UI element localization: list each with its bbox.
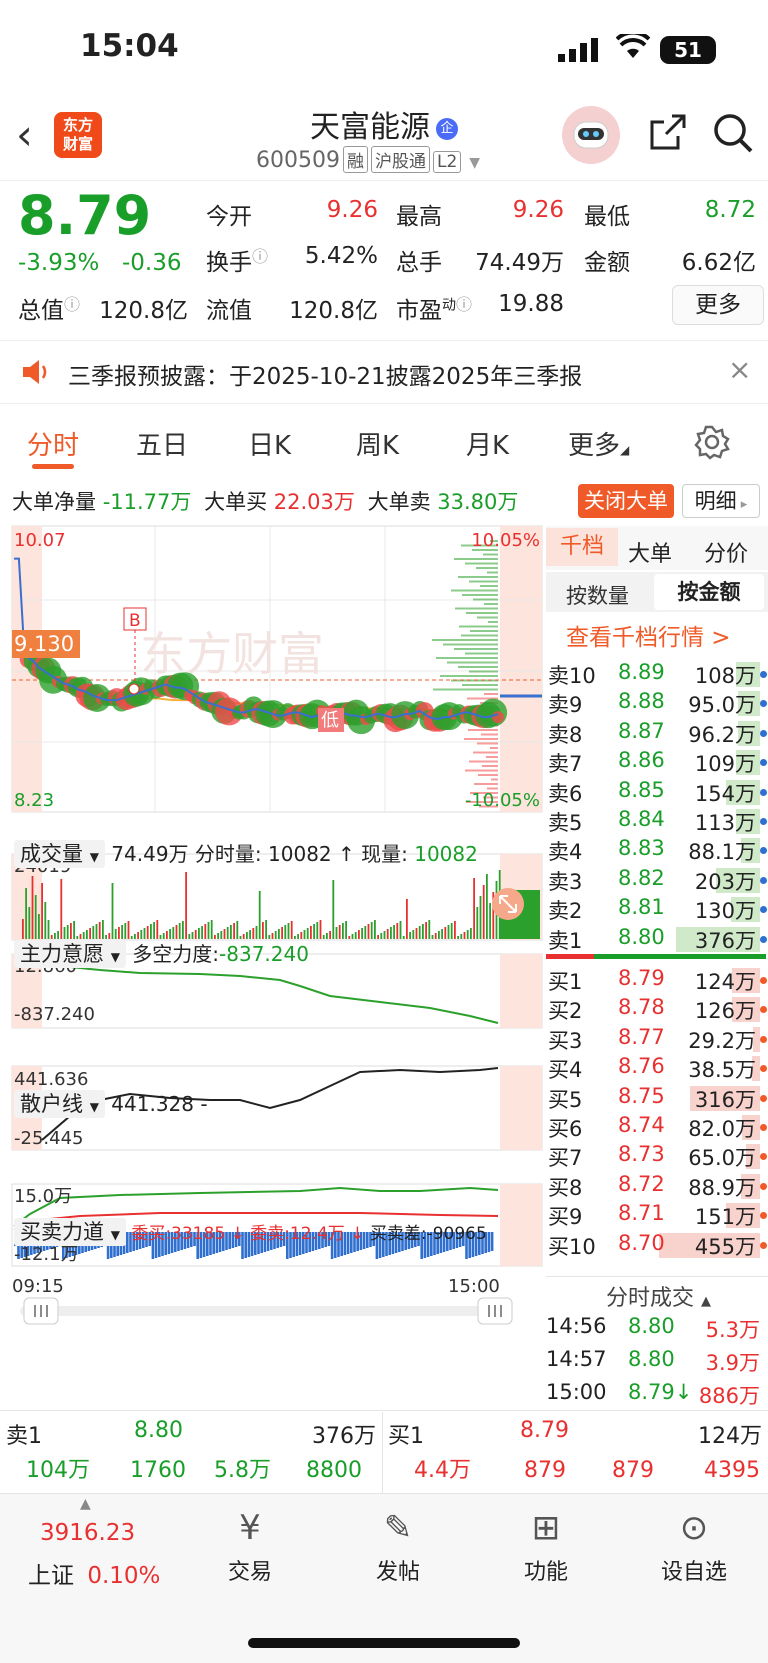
dot-icon <box>760 977 767 984</box>
dot-icon <box>760 1241 767 1249</box>
level-price: 8.75 <box>618 1083 665 1108</box>
level-price: 8.78 <box>618 995 665 1020</box>
nav-functions[interactable]: ⊞ 功能 <box>496 1508 596 1586</box>
level-price: 8.71 <box>618 1201 665 1226</box>
level-price: 8.70 <box>618 1230 665 1255</box>
trade-time: 15:00 <box>546 1380 607 1404</box>
bid-row[interactable]: 买3 8.77 29.2万 <box>546 1025 768 1054</box>
bid-row[interactable]: 买2 8.78 126万 <box>546 995 768 1024</box>
trade-price: 8.79↓ <box>628 1380 693 1404</box>
level-volume: 65.0万 <box>688 1146 756 1171</box>
level-label: 买4 <box>548 1058 583 1083</box>
level-label: 买2 <box>548 999 583 1024</box>
bid-row[interactable]: 买10 8.70 455万 <box>546 1231 768 1260</box>
level-volume: 124万 <box>694 970 756 994</box>
level-label: 买1 <box>548 970 583 994</box>
level-volume: 126万 <box>694 999 756 1024</box>
level-label: 买6 <box>548 1117 583 1141</box>
bid-row[interactable]: 买4 8.76 38.5万 <box>546 1054 768 1083</box>
bid-row[interactable]: 买5 8.75 316万 <box>546 1084 768 1113</box>
range-scrollbar[interactable] <box>20 1306 510 1316</box>
level-volume: 88.9万 <box>688 1175 756 1200</box>
level-label: 买5 <box>548 1087 583 1112</box>
bid-row[interactable]: 买6 8.74 82.0万 <box>546 1113 768 1142</box>
divider <box>0 1410 768 1411</box>
level-label: 买10 <box>548 1234 596 1259</box>
bottom-buy1-price: 8.79 <box>520 1418 569 1443</box>
edit-icon: ✎ <box>383 1508 413 1548</box>
dot-icon <box>760 1182 767 1190</box>
index-row[interactable]: 上证 0.10% <box>28 1556 160 1590</box>
trade-time: 14:56 <box>546 1314 607 1338</box>
bottom-buy1-vol: 124万 <box>698 1424 762 1449</box>
level-volume: 455万 <box>694 1234 756 1259</box>
level-label: 买3 <box>548 1028 583 1053</box>
dot-icon <box>760 1094 767 1102</box>
bid-row[interactable]: 买1 8.79 124万 <box>546 966 768 995</box>
dot-icon <box>760 1153 767 1161</box>
bottom-sell1-label: 卖1 <box>6 1424 42 1449</box>
dot-icon <box>760 1035 767 1043</box>
trades-header[interactable]: 分时成交 ▲ <box>606 1280 711 1312</box>
index-value[interactable]: 3916.23 <box>40 1520 135 1546</box>
home-indicator <box>248 1638 520 1648</box>
trade-volume: 5.3万 <box>705 1318 760 1342</box>
bottom-buy1-label: 买1 <box>388 1424 424 1449</box>
level-price: 8.74 <box>618 1113 665 1137</box>
level-volume: 316万 <box>694 1087 756 1112</box>
bid-row[interactable]: 买9 8.71 151万 <box>546 1201 768 1230</box>
trade-row: 14:57 8.80 3.9万 <box>546 1347 768 1377</box>
dot-icon <box>760 1212 767 1220</box>
trade-price: 8.80 <box>628 1347 675 1371</box>
level-price: 8.72 <box>618 1171 665 1196</box>
range-handle-right[interactable] <box>477 1297 513 1325</box>
level-label: 买7 <box>548 1146 583 1171</box>
dot-icon <box>760 1124 767 1131</box>
grid-icon: ⊞ <box>531 1508 561 1548</box>
level-volume: 151万 <box>694 1205 756 1230</box>
trade-row: 15:00 8.79↓ 886万 <box>546 1380 768 1410</box>
level-label: 买9 <box>548 1205 583 1230</box>
caret-up-icon[interactable]: ▲ <box>80 1496 91 1512</box>
dot-icon <box>760 1065 767 1073</box>
more-dots-icon: ⊙ <box>679 1508 709 1548</box>
level-volume: 82.0万 <box>688 1117 756 1141</box>
dot-icon <box>760 1006 767 1014</box>
divider <box>546 1276 768 1277</box>
level-volume: 38.5万 <box>688 1058 756 1083</box>
level-price: 8.77 <box>618 1024 665 1049</box>
range-handle-left[interactable] <box>23 1297 59 1325</box>
trade-row: 14:56 8.80 5.3万 <box>546 1314 768 1344</box>
divider <box>382 1412 383 1494</box>
trade-volume: 3.9万 <box>705 1351 760 1375</box>
trade-time: 14:57 <box>546 1347 607 1371</box>
level-label: 买8 <box>548 1175 583 1200</box>
trade-icon: ¥ <box>239 1508 261 1548</box>
bottom-sell1-price: 8.80 <box>134 1418 183 1443</box>
bottom-sell-detail: 104万 1760 5.8万 8800 <box>26 1458 362 1483</box>
level-price: 8.76 <box>618 1054 665 1079</box>
level-price: 8.73 <box>618 1142 665 1167</box>
bid-row[interactable]: 买8 8.72 88.9万 <box>546 1172 768 1201</box>
bottom-buy-detail: 4.4万 879 879 4395 <box>414 1458 760 1483</box>
nav-post[interactable]: ✎ 发帖 <box>348 1508 448 1586</box>
bid-row[interactable]: 买7 8.73 65.0万 <box>546 1142 768 1171</box>
nav-trade[interactable]: ¥ 交易 <box>200 1508 300 1586</box>
trade-volume: 886万 <box>698 1384 760 1408</box>
level-volume: 29.2万 <box>688 1028 756 1053</box>
level-price: 8.79 <box>618 966 665 990</box>
nav-add-watchlist[interactable]: ⊙ 设自选 <box>644 1508 744 1586</box>
bottom-sell1-vol: 376万 <box>312 1424 376 1449</box>
trade-price: 8.80 <box>628 1314 675 1338</box>
